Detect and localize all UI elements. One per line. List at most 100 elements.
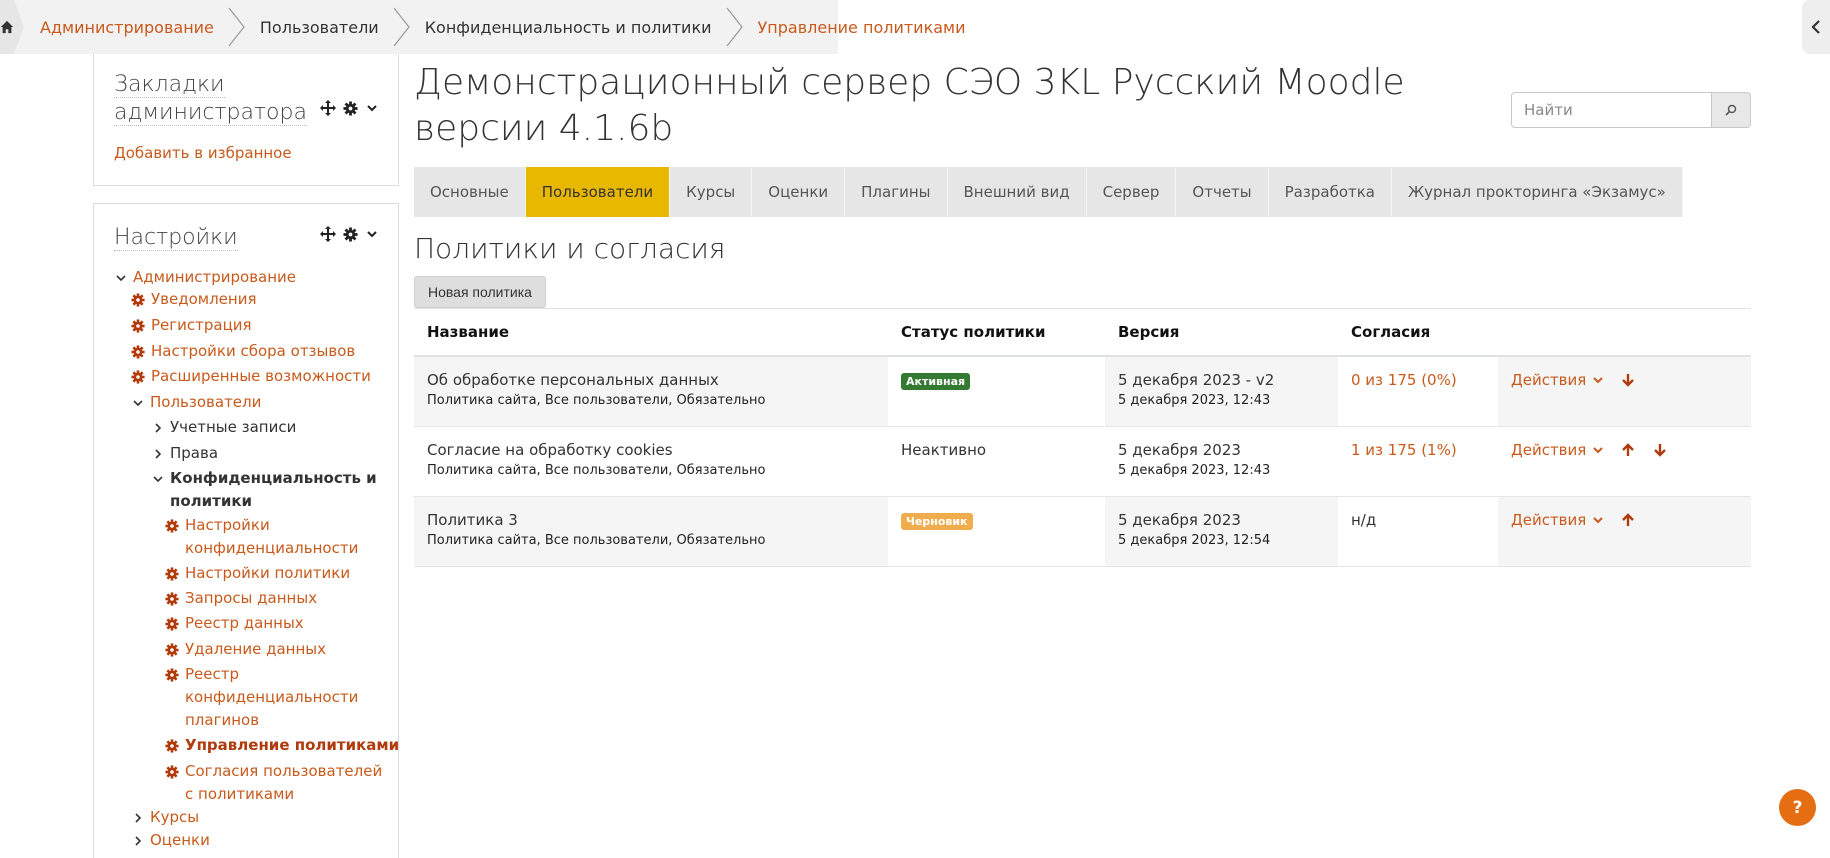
consents-link[interactable]: 0 из 175 (0%) xyxy=(1351,371,1457,389)
column-header-version: Версия xyxy=(1118,323,1180,341)
breadcrumb-item-manage-policies[interactable]: Управление политиками xyxy=(758,0,966,54)
gear-icon xyxy=(130,314,146,337)
tree-item-courses[interactable]: Курсы xyxy=(130,806,199,829)
block-controls xyxy=(320,100,380,116)
consents-link[interactable]: 1 из 175 (1%) xyxy=(1351,441,1457,459)
gear-icon[interactable] xyxy=(342,100,358,116)
policy-name[interactable]: Об обработке персональных данных xyxy=(427,371,888,389)
policy-meta: Политика сайта, Все пользователи, Обязат… xyxy=(427,533,766,548)
policy-name[interactable]: Согласие на обработку cookies xyxy=(427,441,888,459)
chevron-down-icon[interactable] xyxy=(130,391,146,414)
chevron-down-icon[interactable] xyxy=(150,467,166,490)
policy-version-cell: 5 декабря 2023 5 декабря 2023, 12:43 xyxy=(1105,427,1338,496)
add-to-favorites-link[interactable]: Добавить в избранное xyxy=(114,144,292,162)
search-button[interactable] xyxy=(1712,92,1751,128)
chevron-right-icon[interactable] xyxy=(150,442,166,465)
chevron-left-icon xyxy=(1811,20,1820,34)
breadcrumb-item-privacy[interactable]: Конфиденциальность и политики xyxy=(425,0,712,54)
tab-plugins[interactable]: Плагины xyxy=(845,167,948,217)
section-title: Политики и согласия xyxy=(414,232,726,265)
tree-item-data-requests[interactable]: Запросы данных xyxy=(164,587,317,610)
move-icon[interactable] xyxy=(320,100,336,116)
policy-version: 5 декабря 2023 xyxy=(1118,441,1241,459)
move-up-arrow-icon[interactable] xyxy=(1620,512,1636,528)
status-badge: Активная xyxy=(901,373,971,390)
breadcrumb-separator-icon xyxy=(724,0,746,54)
tab-development[interactable]: Разработка xyxy=(1269,167,1392,217)
actions-menu[interactable]: Действия xyxy=(1511,511,1586,529)
block-controls xyxy=(320,226,380,242)
home-button[interactable] xyxy=(0,0,24,54)
policy-version-cell: 5 декабря 2023 5 декабря 2023, 12:54 xyxy=(1105,497,1338,566)
actions-menu[interactable]: Действия xyxy=(1511,441,1586,459)
actions-menu[interactable]: Действия xyxy=(1511,371,1586,389)
gear-icon xyxy=(164,587,180,610)
chevron-down-icon[interactable] xyxy=(113,266,129,289)
tree-item-policy-settings[interactable]: Настройки политики xyxy=(164,562,350,585)
policy-actions-cell: Действия xyxy=(1498,497,1751,566)
search-input[interactable] xyxy=(1511,92,1712,128)
tab-courses[interactable]: Курсы xyxy=(670,167,753,217)
gear-icon[interactable] xyxy=(342,226,358,242)
tree-item-manage-policies[interactable]: Управление политиками xyxy=(164,734,399,757)
chevron-right-icon[interactable] xyxy=(130,806,146,829)
chevron-right-icon[interactable] xyxy=(130,829,146,852)
tab-proctoring-log[interactable]: Журнал прокторинга «Экзамус» xyxy=(1392,167,1683,217)
new-policy-button[interactable]: Новая политика xyxy=(414,276,546,308)
tab-reports[interactable]: Отчеты xyxy=(1176,167,1269,217)
tab-grades[interactable]: Оценки xyxy=(752,167,846,217)
tree-item-users[interactable]: Пользователи xyxy=(130,391,261,414)
tree-item-permissions[interactable]: Права xyxy=(150,442,218,465)
drawer-toggle[interactable] xyxy=(1802,0,1830,54)
breadcrumb-item-administration[interactable]: Администрирование xyxy=(40,0,214,54)
tree-item-advanced-features[interactable]: Расширенные возможности xyxy=(130,365,371,388)
breadcrumb-item-users[interactable]: Пользователи xyxy=(260,0,379,54)
table-row: Об обработке персональных данных Политик… xyxy=(414,357,1751,427)
tree-item-administration[interactable]: Администрирование xyxy=(113,266,296,289)
chevron-down-icon[interactable] xyxy=(1592,514,1604,526)
policy-meta: Политика сайта, Все пользователи, Обязат… xyxy=(427,463,766,478)
tree-item-grades[interactable]: Оценки xyxy=(130,829,210,852)
settings-block: Настройки Администрирование Уведомления … xyxy=(93,203,399,858)
chevron-right-icon[interactable] xyxy=(150,416,166,439)
gear-icon xyxy=(164,734,180,757)
policy-actions-cell: Действия xyxy=(1498,357,1751,426)
column-header-actions xyxy=(1498,309,1751,355)
consents-text: н/д xyxy=(1351,511,1377,529)
chevron-down-icon[interactable] xyxy=(364,226,380,242)
policy-status-cell: Активная xyxy=(888,357,1105,426)
search-icon xyxy=(1725,104,1737,116)
tab-server[interactable]: Сервер xyxy=(1087,167,1177,217)
tree-item-data-deletion[interactable]: Удаление данных xyxy=(164,638,326,661)
tree-item-feedback-settings[interactable]: Настройки сбора отзывов xyxy=(130,340,355,363)
policy-version-cell: 5 декабря 2023 - v2 5 декабря 2023, 12:4… xyxy=(1105,357,1338,426)
tree-item-plugin-privacy-registry[interactable]: Реестр конфиденциальности плагинов xyxy=(164,663,364,732)
tree-item-registration[interactable]: Регистрация xyxy=(130,314,252,337)
admin-bookmarks-block: Закладки администратора Добавить в избра… xyxy=(93,54,399,186)
move-down-arrow-icon[interactable] xyxy=(1620,372,1636,388)
tab-users[interactable]: Пользователи xyxy=(525,167,671,217)
gear-icon xyxy=(130,288,146,311)
tree-item-accounts[interactable]: Учетные записи xyxy=(150,416,296,439)
policy-version-date: 5 декабря 2023, 12:43 xyxy=(1118,393,1271,408)
chevron-down-icon[interactable] xyxy=(1592,444,1604,456)
tree-item-privacy-settings[interactable]: Настройки конфиденциальности xyxy=(164,514,389,560)
tab-general[interactable]: Основные xyxy=(414,167,526,217)
move-icon[interactable] xyxy=(320,226,336,242)
tree-item-privacy-policies[interactable]: Конфиденциальность и политики xyxy=(150,467,382,513)
chevron-down-icon[interactable] xyxy=(364,100,380,116)
gear-icon xyxy=(164,562,180,585)
tree-item-data-registry[interactable]: Реестр данных xyxy=(164,612,304,635)
tab-appearance[interactable]: Внешний вид xyxy=(948,167,1087,217)
help-button[interactable]: ? xyxy=(1779,789,1816,826)
move-up-arrow-icon[interactable] xyxy=(1620,442,1636,458)
chevron-down-icon[interactable] xyxy=(1592,374,1604,386)
admin-tabs: Основные Пользователи Курсы Оценки Плаги… xyxy=(414,167,1683,217)
tree-item-user-policy-consents[interactable]: Согласия пользователей с политиками xyxy=(164,760,389,806)
policy-name[interactable]: Политика 3 xyxy=(427,511,888,529)
policies-table: Название Статус политики Версия Согласия… xyxy=(414,308,1751,567)
tree-item-notifications[interactable]: Уведомления xyxy=(130,288,256,311)
policy-consents-cell: 0 из 175 (0%) xyxy=(1338,357,1498,426)
gear-icon xyxy=(130,365,146,388)
move-down-arrow-icon[interactable] xyxy=(1652,442,1668,458)
